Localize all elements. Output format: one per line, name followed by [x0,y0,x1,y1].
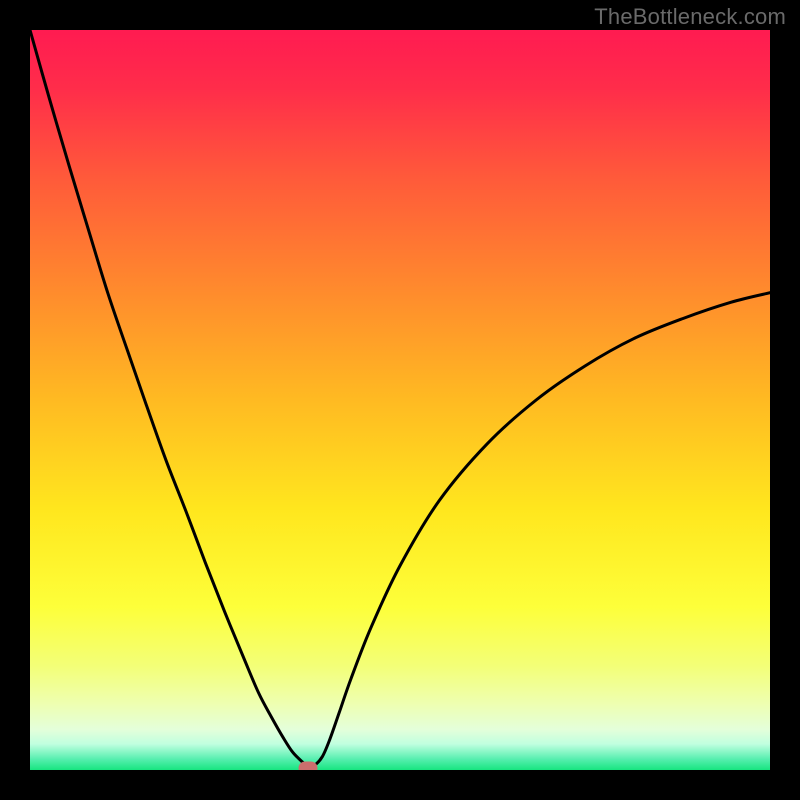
watermark-text: TheBottleneck.com [594,4,786,30]
plot-area [30,30,770,770]
bottleneck-curve [30,30,770,770]
optimal-point-marker [298,761,317,770]
chart-frame: TheBottleneck.com [0,0,800,800]
